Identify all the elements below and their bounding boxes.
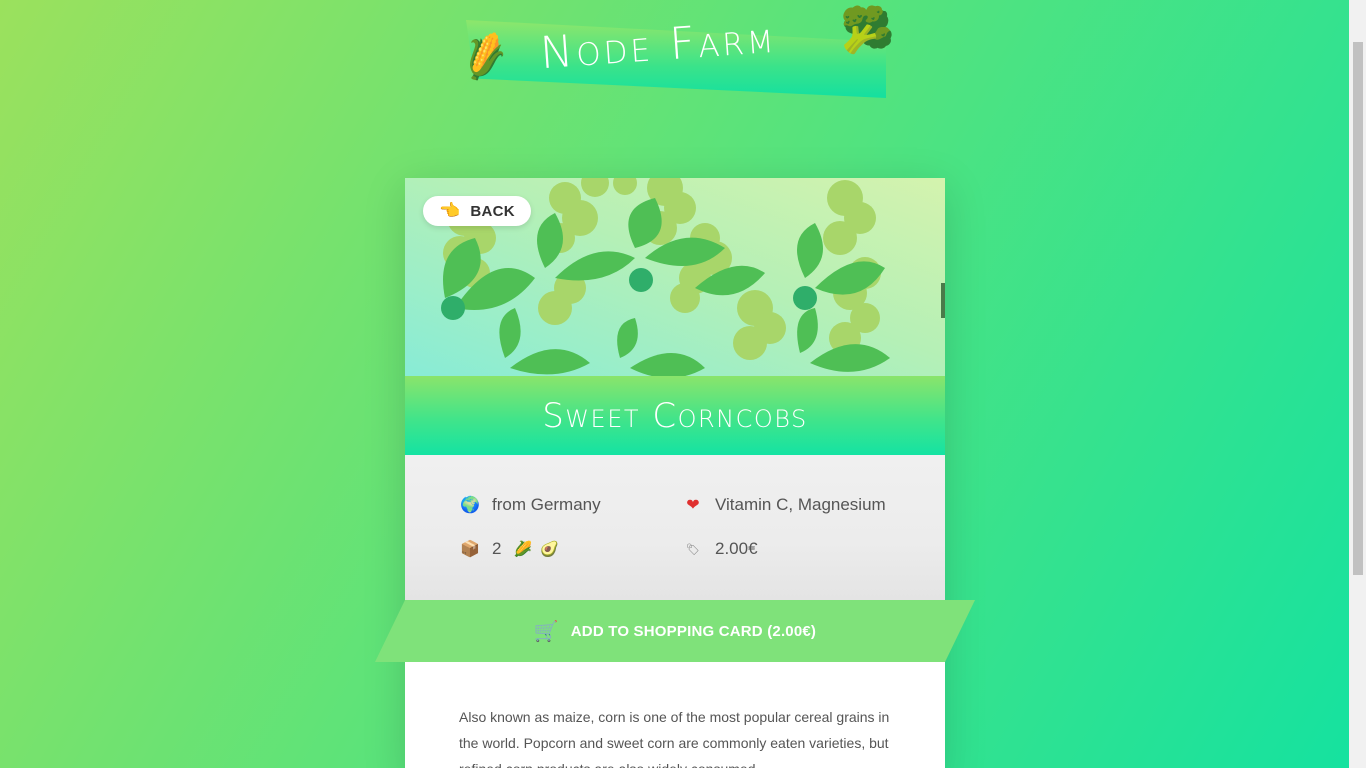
price-value: 2.00€ [715,539,758,558]
heart-icon: ❤ [686,497,700,514]
tag-icon: 🏷 [686,543,700,556]
shopping-cart-icon: 🛒 [533,619,559,643]
product-quantity: 📦 2 🌽 🥑 [460,539,561,559]
product-description: Also known as maize, corn is one of the … [459,709,890,768]
product-info-panel: 🌍 from Germany ❤ Vitamin C, Magnesium 📦 … [405,455,945,600]
package-icon: 📦 [460,541,480,558]
back-button[interactable]: 👈 BACK [423,196,531,226]
quantity-emojis: 🌽 🥑 [513,541,561,558]
pointing-hand-icon: 👈 [439,201,461,221]
product-title-band: Sweet Corncobs [405,376,945,455]
back-button-label: BACK [470,202,515,220]
product-nutrients: ❤ Vitamin C, Magnesium [683,495,886,515]
quantity-value: 2 [492,539,502,558]
nutrients-text: Vitamin C, Magnesium [715,495,886,514]
origin-text: from Germany [492,495,601,514]
scrollbar-thumb[interactable] [1353,42,1363,575]
product-title: Sweet Corncobs [542,395,808,436]
globe-icon: 🌍 [460,497,480,514]
product-origin: 🌍 from Germany [460,495,601,515]
add-to-cart-label: ADD TO SHOPPING CARD (2.00€) [570,622,817,640]
add-to-cart-button[interactable]: 🛒 ADD TO SHOPPING CARD (2.00€) [375,600,975,662]
broccoli-icon: 🥦 [840,5,895,56]
product-card: 👈 BACK Sweet Corncobs 🌍 from Germany ❤ V… [405,178,945,768]
product-price: 🏷 2.00€ [683,539,758,559]
product-hero-image: 👈 BACK [405,178,945,376]
page-scrollbar[interactable] [1349,0,1366,768]
site-logo[interactable]: 🌽 Node Farm 🥦 [457,5,895,118]
